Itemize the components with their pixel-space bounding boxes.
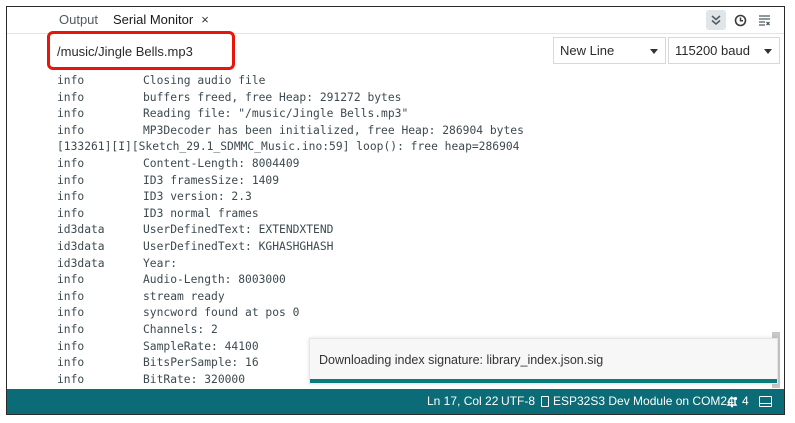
log-level: id3data xyxy=(57,239,105,253)
log-level: info xyxy=(57,372,85,386)
clock-icon xyxy=(734,14,746,26)
board-label: ESP32S3 Dev Module on COM24 xyxy=(553,394,734,408)
log-message: ID3 version: 2.3 xyxy=(143,190,252,204)
notifications-count: 4 xyxy=(742,394,749,408)
log-line: info stream ready xyxy=(57,289,784,306)
log-line: [133261][I][Sketch_29.1_SDMMC_Music.ino:… xyxy=(57,139,784,156)
log-level: info xyxy=(57,206,85,220)
log-level: info xyxy=(57,339,85,353)
notification-text: Downloading index signature: library_ind… xyxy=(319,353,604,367)
log-level: info xyxy=(57,107,85,121)
log-level: info xyxy=(57,74,85,87)
log-message: Year: xyxy=(143,256,178,270)
log-level: info xyxy=(57,90,85,104)
encoding-label: UTF-8 xyxy=(501,394,535,408)
log-line: info Closing audio file xyxy=(57,73,784,90)
clear-lines-icon xyxy=(758,15,770,26)
notification-progress-fill xyxy=(310,379,777,383)
log-line: info Content-Length: 8004409 xyxy=(57,156,784,173)
log-line: info syncword found at pos 0 xyxy=(57,305,784,322)
log-level: info xyxy=(57,156,85,170)
log-line: info ID3 version: 2.3 xyxy=(57,189,784,206)
notifications-button[interactable]: 4 xyxy=(726,389,749,414)
log-line: info buffers freed, free Heap: 291272 byt… xyxy=(57,90,784,107)
log-line: info ID3 framesSize: 1409 xyxy=(57,173,784,190)
log-message: syncword found at pos 0 xyxy=(143,306,300,320)
log-line: info ID3 normal frames xyxy=(57,206,784,223)
log-line: id3data Year: xyxy=(57,256,784,273)
log-message: SampleRate: 44100 xyxy=(143,339,259,353)
line-ending-value: New Line xyxy=(560,43,615,58)
log-message: UserDefinedText: EXTENDXTEND xyxy=(143,223,334,237)
log-line: info Channels: 2 xyxy=(57,322,784,339)
double-chevron-down-icon xyxy=(711,15,721,25)
serial-monitor-panel: Output Serial Monitor × New Line 115200 b… xyxy=(6,6,785,415)
log-line: info Audio-Length: 8003000 xyxy=(57,272,784,289)
line-ending-select[interactable]: New Line xyxy=(553,37,666,64)
log-level: id3data xyxy=(57,223,105,237)
toggle-panel-button[interactable] xyxy=(759,389,772,414)
close-icon[interactable]: × xyxy=(201,12,209,27)
panel-toolbar xyxy=(706,10,774,30)
baud-rate-select[interactable]: 115200 baud xyxy=(668,37,780,64)
log-line: info Reading file: "/music/Jingle Bells.m… xyxy=(57,106,784,123)
log-level: info xyxy=(57,356,85,370)
log-line: info MP3Decoder has been initialized, fre… xyxy=(57,123,784,140)
log-level: info xyxy=(57,306,85,320)
download-notification: Downloading index signature: library_ind… xyxy=(309,338,778,384)
log-message: Audio-Length: 8003000 xyxy=(143,273,286,287)
tab-serial-monitor-label: Serial Monitor xyxy=(113,12,194,27)
log-line-text: [133261][I][Sketch_29.1_SDMMC_Music.ino:… xyxy=(57,140,520,154)
log-message: BitsPerSample: 16 xyxy=(143,356,259,370)
caret-down-icon xyxy=(764,49,772,54)
log-message: Closing audio file xyxy=(143,74,266,87)
encoding-indicator[interactable]: UTF-8 xyxy=(501,389,535,414)
tab-output[interactable]: Output xyxy=(59,7,98,33)
tab-serial-monitor[interactable]: Serial Monitor × xyxy=(113,7,209,33)
log-message: UserDefinedText: KGHASHGHASH xyxy=(143,239,334,253)
autoscroll-toggle[interactable] xyxy=(706,10,726,30)
log-level: info xyxy=(57,273,85,287)
log-level: info xyxy=(57,123,85,137)
log-line: id3data UserDefinedText: KGHASHGHASH xyxy=(57,239,784,256)
log-message: Content-Length: 8004409 xyxy=(143,156,300,170)
log-level: info xyxy=(57,322,85,336)
baud-rate-value: 115200 baud xyxy=(675,43,750,58)
log-message: MP3Decoder has been initialized, free He… xyxy=(143,123,524,137)
log-level: id3data xyxy=(57,256,105,270)
board-chip-icon xyxy=(541,396,549,407)
log-message: stream ready xyxy=(143,289,225,303)
timestamp-toggle[interactable] xyxy=(730,10,750,30)
log-line: id3data UserDefinedText: EXTENDXTEND xyxy=(57,222,784,239)
notification-progress-bar xyxy=(310,379,777,383)
log-level: info xyxy=(57,190,85,204)
log-message: ID3 framesSize: 1409 xyxy=(143,173,280,187)
status-bar: Ln 17, Col 22 UTF-8 ESP32S3 Dev Module o… xyxy=(7,389,784,414)
log-message: ID3 normal frames xyxy=(143,206,259,220)
cursor-position-label: Ln 17, Col 22 xyxy=(427,394,499,408)
caret-down-icon xyxy=(650,49,658,54)
bell-notification-icon xyxy=(726,396,738,407)
log-message: Channels: 2 xyxy=(143,322,218,336)
log-message: buffers freed, free Heap: 291272 bytes xyxy=(143,90,402,104)
log-level: info xyxy=(57,173,85,187)
panel-tab-bar: Output Serial Monitor × xyxy=(7,7,784,34)
board-selector[interactable]: ESP32S3 Dev Module on COM24 xyxy=(541,389,734,414)
message-input[interactable] xyxy=(49,38,565,64)
log-message: Reading file: "/music/Jingle Bells.mp3" xyxy=(143,107,409,121)
log-level: info xyxy=(57,289,85,303)
cursor-position[interactable]: Ln 17, Col 22 xyxy=(427,389,498,414)
panel-layout-icon xyxy=(759,396,772,407)
log-message: BitRate: 320000 xyxy=(143,372,246,386)
clear-output-button[interactable] xyxy=(754,10,774,30)
